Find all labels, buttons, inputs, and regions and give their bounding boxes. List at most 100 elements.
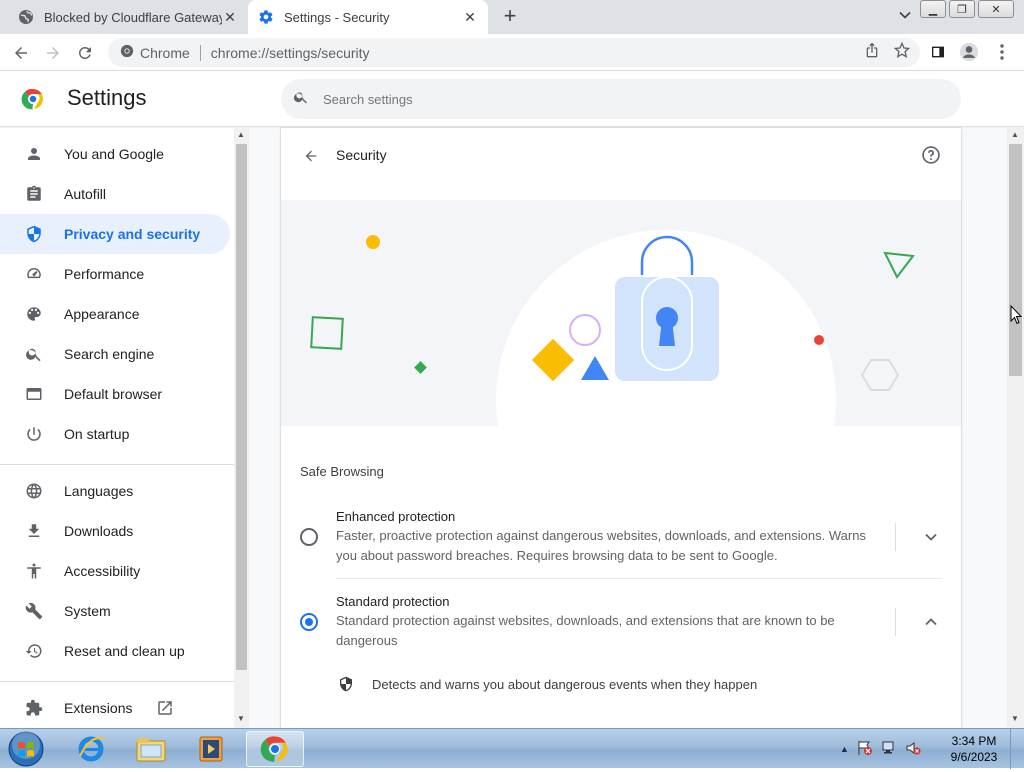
sidebar-scrollbar[interactable]: ▲ ▼ — [234, 128, 249, 728]
restore-button[interactable]: ❐ — [949, 0, 975, 18]
close-tab-icon[interactable]: ✕ — [462, 9, 478, 25]
sidebar-item-appearance[interactable]: Appearance — [0, 294, 230, 334]
profile-avatar-icon[interactable] — [957, 40, 981, 64]
option-description: Faster, proactive protection against dan… — [336, 528, 866, 563]
sidebar-item-privacy-and-security[interactable]: Privacy and security — [0, 214, 230, 254]
enhanced-protection-radio[interactable] — [300, 528, 318, 546]
start-button[interactable] — [6, 731, 46, 767]
close-tab-icon[interactable]: ✕ — [222, 9, 238, 25]
sidebar-item-accessibility[interactable]: Accessibility — [0, 551, 230, 591]
scrollbar-thumb[interactable] — [236, 144, 247, 670]
tab-title: Settings - Security — [284, 9, 390, 25]
sidebar-item-autofill[interactable]: Autofill — [0, 174, 230, 214]
sidebar-item-label: System — [64, 603, 111, 619]
clock-date: 9/6/2023 — [950, 750, 998, 764]
scroll-up-arrow-icon[interactable]: ▲ — [237, 130, 245, 139]
sidebar-item-performance[interactable]: Performance — [0, 254, 230, 294]
sub-item-text: Detects and warns you about dangerous ev… — [372, 676, 758, 692]
chrome-taskbar-icon[interactable] — [246, 731, 304, 767]
window-controls: ▁ ❐ ✕ — [917, 0, 1014, 18]
reload-icon[interactable] — [72, 40, 98, 66]
shield-icon — [336, 674, 356, 694]
divider — [336, 578, 942, 579]
tab-blocked-by-cloudflare[interactable]: Blocked by Cloudflare Gateway ✕ — [8, 0, 248, 34]
clipboard-icon — [24, 184, 44, 204]
browser-toolbar: Chrome chrome://settings/security — [0, 34, 1024, 71]
scroll-down-arrow-icon[interactable]: ▼ — [237, 714, 245, 723]
forward-arrow-icon[interactable] — [40, 40, 66, 66]
sidebar-item-default-browser[interactable]: Default browser — [0, 374, 230, 414]
sidebar-item-downloads[interactable]: Downloads — [0, 511, 230, 551]
sidebar-item-you-and-google[interactable]: You and Google — [0, 134, 230, 174]
share-icon[interactable] — [864, 42, 880, 63]
standard-protection-radio[interactable] — [300, 613, 318, 631]
option-title: Standard protection — [336, 594, 450, 609]
open-in-new-icon — [156, 699, 174, 717]
scrollbar-thumb[interactable] — [1009, 144, 1022, 376]
security-card: Security Safe Browsing Enhanced protecti… — [281, 128, 961, 728]
volume-muted-icon[interactable] — [905, 740, 921, 759]
bookmark-star-icon[interactable] — [893, 41, 911, 63]
chevron-down-icon[interactable] — [895, 8, 915, 28]
sidebar-item-label: Extensions — [64, 700, 133, 716]
sidebar-item-label: You and Google — [64, 146, 164, 162]
tab-settings-security[interactable]: Settings - Security ✕ — [248, 0, 488, 34]
sidebar-item-on-startup[interactable]: On startup — [0, 414, 230, 454]
sidebar-item-reset-and-clean-up[interactable]: Reset and clean up — [0, 631, 230, 671]
sidebar-divider — [0, 681, 234, 682]
globe-icon — [18, 9, 34, 25]
sidebar-item-label: Autofill — [64, 186, 107, 202]
option-title: Enhanced protection — [336, 509, 456, 524]
gear-icon — [258, 9, 274, 25]
windows-taskbar: ▲ 3:34 PM 9/6/2023 — [0, 728, 1024, 769]
sidebar-item-system[interactable]: System — [0, 591, 230, 631]
sidebar-item-extensions[interactable]: Extensions — [0, 688, 230, 728]
back-arrow-icon[interactable] — [8, 40, 34, 66]
internet-explorer-icon[interactable] — [62, 731, 120, 767]
back-arrow-icon[interactable] — [299, 144, 323, 168]
scroll-up-arrow-icon[interactable]: ▲ — [1011, 130, 1019, 139]
search-input[interactable] — [323, 91, 823, 107]
show-hidden-icons-arrow-icon[interactable]: ▲ — [840, 744, 849, 754]
section-heading: Security — [336, 147, 387, 163]
sidebar-item-label: Downloads — [64, 523, 134, 539]
globe-icon — [24, 481, 44, 501]
media-player-icon[interactable] — [182, 731, 240, 767]
chevron-down-icon[interactable] — [921, 527, 941, 547]
minimize-button[interactable]: ▁ — [920, 0, 946, 18]
shield-icon — [24, 224, 44, 244]
option-description: Standard protection against websites, do… — [336, 613, 835, 648]
network-icon[interactable] — [881, 740, 897, 759]
sidebar-item-label: Accessibility — [64, 563, 141, 579]
accessibility-icon — [24, 561, 44, 581]
sidebar-item-languages[interactable]: Languages — [0, 471, 230, 511]
sidebar-item-search-engine[interactable]: Search engine — [0, 334, 230, 374]
palette-icon — [24, 304, 44, 324]
settings-search[interactable] — [281, 79, 961, 119]
close-window-button[interactable]: ✕ — [978, 0, 1014, 18]
more-menu-icon[interactable] — [990, 40, 1014, 64]
page-scrollbar[interactable]: ▲ ▼ — [1007, 128, 1024, 728]
scroll-down-arrow-icon[interactable]: ▼ — [1011, 714, 1019, 723]
search-icon — [293, 89, 309, 110]
divider — [895, 523, 896, 551]
sidebar-item-label: Reset and clean up — [64, 643, 185, 659]
action-center-flag-icon[interactable] — [857, 740, 873, 759]
settings-header: Settings — [0, 71, 1024, 127]
url-text: chrome://settings/security — [210, 44, 370, 61]
clock-time: 3:34 PM — [951, 734, 997, 748]
show-desktop-button[interactable] — [1010, 729, 1024, 769]
sidebar-item-label: Default browser — [64, 386, 163, 402]
chevron-up-icon[interactable] — [921, 612, 941, 632]
detects-dangerous-events-row: Detects and warns you about dangerous ev… — [336, 674, 757, 694]
file-explorer-icon[interactable] — [122, 731, 180, 767]
chrome-logo-icon — [21, 87, 45, 111]
sidebar-item-label: Privacy and security — [64, 226, 201, 242]
help-icon[interactable] — [921, 145, 941, 165]
side-panel-icon[interactable] — [926, 40, 950, 64]
address-bar[interactable]: Chrome chrome://settings/security — [108, 38, 920, 67]
taskbar-clock[interactable]: 3:34 PM 9/6/2023 — [944, 733, 1004, 765]
tab-title: Blocked by Cloudflare Gateway — [44, 9, 222, 25]
new-tab-button[interactable]: + — [498, 5, 522, 29]
puzzle-icon — [24, 698, 44, 718]
